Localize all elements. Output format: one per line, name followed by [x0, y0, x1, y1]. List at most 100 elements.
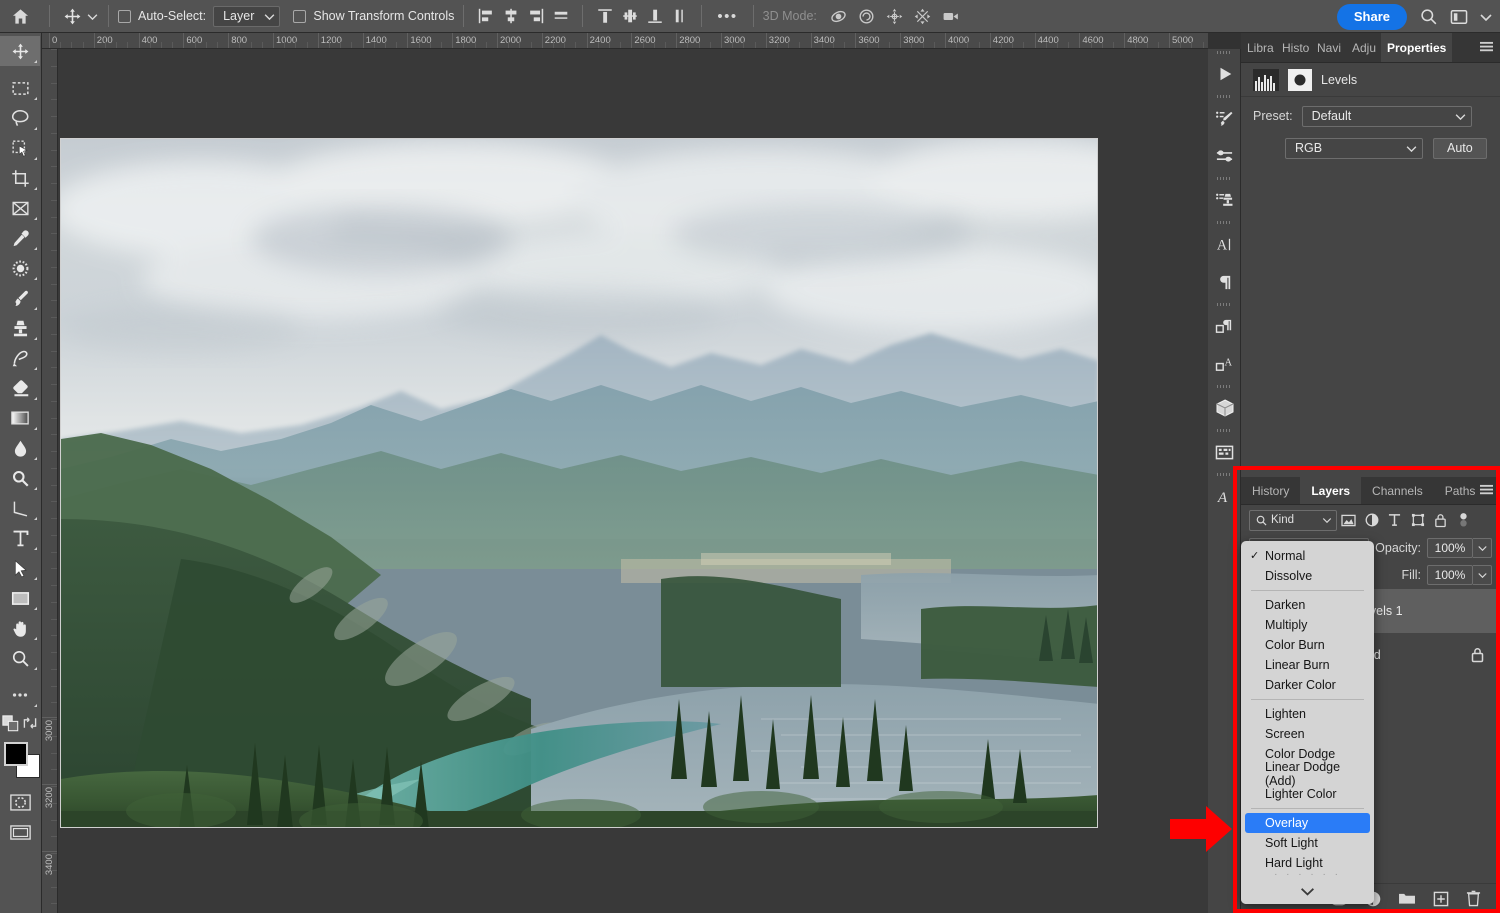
tool-rectangular-marquee[interactable] — [0, 73, 40, 103]
align-horizontal-centers-button[interactable] — [498, 3, 523, 29]
tool-brush[interactable] — [0, 283, 40, 313]
tool-pen[interactable] — [0, 493, 40, 523]
lock-icon[interactable] — [1470, 647, 1485, 663]
align-right-edges-button[interactable] — [523, 3, 548, 29]
rail-item-timeline[interactable] — [1208, 433, 1241, 471]
tool-preset-chevron-icon[interactable] — [85, 9, 99, 23]
delete-layer-icon[interactable] — [1466, 890, 1481, 907]
tool-dodge[interactable] — [0, 463, 40, 493]
rail-item-character[interactable]: A — [1208, 225, 1241, 263]
tool-screen-mode[interactable] — [0, 817, 40, 847]
share-button[interactable]: Share — [1337, 4, 1407, 30]
auto-select-scope-dropdown[interactable]: Layer — [213, 6, 280, 27]
tab-history[interactable]: Histo — [1276, 33, 1311, 62]
rail-item-paragraph-styles[interactable]: A — [1208, 345, 1241, 383]
menu-item[interactable]: Darken — [1241, 595, 1374, 615]
color-swatches[interactable] — [2, 740, 42, 780]
tool-eyedropper[interactable] — [0, 223, 40, 253]
tool-history-brush[interactable] — [0, 343, 40, 373]
options-active-tool-icon[interactable] — [59, 3, 85, 29]
roll-3d-button[interactable] — [854, 3, 879, 29]
properties-panel-menu-button[interactable] — [1479, 41, 1494, 59]
orbit-3d-button[interactable] — [826, 3, 851, 29]
tool-frame[interactable] — [0, 193, 40, 223]
foreground-color-swatch[interactable] — [4, 742, 28, 766]
tab-navigator[interactable]: Navi — [1311, 33, 1346, 62]
opacity-stepper[interactable] — [1473, 538, 1492, 558]
tab-history[interactable]: History — [1241, 477, 1300, 504]
align-left-edges-button[interactable] — [473, 3, 498, 29]
swap-colors-icon[interactable] — [22, 715, 38, 731]
menu-item[interactable]: Darker Color — [1241, 675, 1374, 695]
tool-quick-mask[interactable] — [0, 787, 40, 817]
auto-levels-button[interactable]: Auto — [1433, 138, 1487, 159]
tool-rectangle-shape[interactable] — [0, 583, 40, 613]
fill-stepper[interactable] — [1473, 565, 1492, 585]
more-options-button[interactable]: ••• — [711, 8, 743, 25]
menu-item[interactable]: Screen — [1241, 724, 1374, 744]
tool-zoom[interactable] — [0, 643, 40, 673]
tool-eraser[interactable] — [0, 373, 40, 403]
rail-item-glyphs[interactable]: A — [1208, 477, 1241, 515]
tab-layers[interactable]: Layers — [1300, 477, 1361, 504]
tool-type[interactable] — [0, 523, 40, 553]
new-group-icon[interactable] — [1398, 891, 1416, 906]
vertical-ruler[interactable]: 300032003400 — [42, 49, 58, 913]
menu-item[interactable]: Lighter Color — [1241, 784, 1374, 804]
tool-clone-stamp[interactable] — [0, 313, 40, 343]
preset-dropdown[interactable]: Default — [1302, 106, 1472, 127]
menu-item[interactable]: ✓Normal — [1241, 546, 1374, 566]
horizontal-ruler[interactable]: 0200400600800100012001400160018002000220… — [42, 33, 1208, 49]
layer-mask-icon[interactable] — [1288, 69, 1312, 91]
canvas-area[interactable] — [58, 49, 1208, 913]
new-layer-icon[interactable] — [1433, 891, 1449, 907]
document-window[interactable] — [60, 138, 1098, 828]
menu-item[interactable]: Color Burn — [1241, 635, 1374, 655]
menu-item[interactable]: Linear Burn — [1241, 655, 1374, 675]
align-top-edges-button[interactable] — [592, 3, 617, 29]
default-colors-icon[interactable] — [2, 715, 19, 732]
filter-adjustment-button[interactable] — [1360, 509, 1383, 531]
rail-item-clone-source[interactable] — [1208, 181, 1241, 219]
opacity-value[interactable]: 100% — [1427, 538, 1473, 558]
tab-libraries[interactable]: Libra — [1241, 33, 1276, 62]
tool-hand[interactable] — [0, 613, 40, 643]
menu-item[interactable]: Dissolve — [1241, 566, 1374, 586]
menu-item[interactable]: Multiply — [1241, 615, 1374, 635]
filter-shape-button[interactable] — [1406, 509, 1429, 531]
rail-item-paragraph[interactable] — [1208, 263, 1241, 301]
distribute-horizontal-button[interactable] — [548, 3, 573, 29]
tool-spot-healing-brush[interactable] — [0, 253, 40, 283]
rail-item-brush-settings[interactable] — [1208, 99, 1241, 137]
tab-properties[interactable]: Properties — [1381, 33, 1452, 62]
rail-item-3d[interactable] — [1208, 389, 1241, 427]
tool-blur[interactable] — [0, 433, 40, 463]
slide-3d-button[interactable] — [910, 3, 935, 29]
search-button[interactable] — [1419, 7, 1438, 26]
layers-panel-menu-button[interactable] — [1479, 484, 1494, 502]
menu-item[interactable]: Overlay — [1245, 813, 1370, 833]
rail-item-character-styles[interactable] — [1208, 307, 1241, 345]
tab-channels[interactable]: Channels — [1361, 477, 1434, 504]
fill-field[interactable]: 100% — [1427, 565, 1492, 585]
tool-lasso[interactable] — [0, 103, 40, 133]
workspace-chevron-button[interactable] — [1480, 13, 1492, 21]
home-button[interactable] — [0, 0, 40, 33]
distribute-vertical-button[interactable] — [667, 3, 692, 29]
workspace-switcher-button[interactable] — [1450, 9, 1468, 25]
filter-type-button[interactable] — [1383, 509, 1406, 531]
filter-pixel-button[interactable] — [1337, 509, 1360, 531]
menu-item[interactable]: Linear Dodge (Add) — [1241, 764, 1374, 784]
opacity-field[interactable]: 100% — [1427, 538, 1492, 558]
show-transform-controls-checkbox[interactable] — [293, 10, 306, 23]
rail-item-play[interactable] — [1208, 55, 1241, 93]
camera-3d-button[interactable] — [938, 3, 963, 29]
align-bottom-edges-button[interactable] — [642, 3, 667, 29]
channel-dropdown[interactable]: RGB — [1285, 138, 1423, 159]
tool-move[interactable] — [0, 36, 40, 66]
tool-edit-toolbar[interactable] — [0, 680, 40, 710]
pan-3d-button[interactable] — [882, 3, 907, 29]
menu-item[interactable]: Lighten — [1241, 704, 1374, 724]
tab-adjustments[interactable]: Adju — [1346, 33, 1381, 62]
filter-kind-dropdown[interactable]: Kind — [1249, 510, 1337, 531]
